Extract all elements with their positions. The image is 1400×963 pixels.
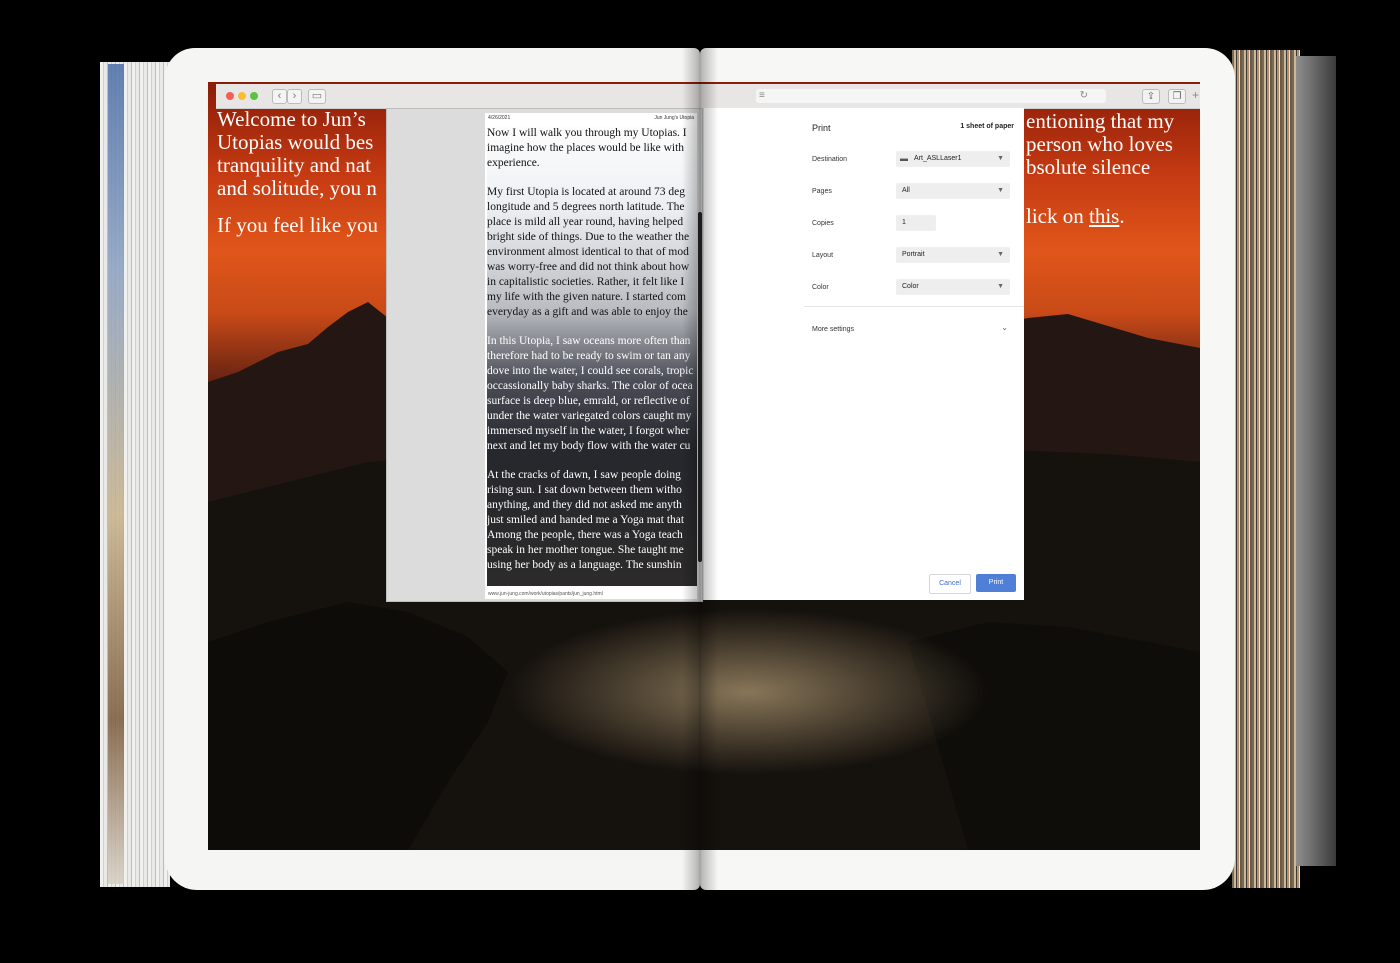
welcome-line-1: Welcome to Jun’s <box>217 107 366 131</box>
preview-header: 4/26/2021 Jun Jung’s Utopia <box>488 115 694 121</box>
chevron-down-icon: ▼ <box>997 155 1004 162</box>
browser-toolbar: ‹ › ▭ ≡ ↻ ⇪ ❐ + <box>216 84 1200 109</box>
preview-date: 4/26/2021 <box>488 115 511 121</box>
page-edges-right-grey <box>1296 56 1336 866</box>
preview-paragraph: In this Utopia, I saw oceans more often … <box>487 334 697 454</box>
address-bar[interactable]: ≡ ↻ <box>756 89 1106 103</box>
color-select[interactable]: Color ▼ <box>896 279 1010 295</box>
print-button[interactable]: Print <box>976 574 1016 592</box>
address-menu-icon: ≡ <box>759 90 765 101</box>
right-link-prefix: lick on <box>1026 204 1089 228</box>
preview-line: place is mild all year round, having hel… <box>487 216 684 228</box>
preview-line: dove into the water, I could see corals,… <box>487 365 694 377</box>
color-value: Color <box>902 283 919 290</box>
preview-line: My first Utopia is located at around 73 … <box>487 186 686 198</box>
print-preview-pane: 4/26/2021 Jun Jung’s Utopia Now I will w… <box>386 108 703 602</box>
welcome-text-right: entioning that my person who loves bsolu… <box>1026 110 1174 228</box>
preview-line: under the water variegated colors caught… <box>487 410 692 422</box>
right-link-suffix: . <box>1119 204 1125 228</box>
right-line-2: person who loves <box>1026 132 1173 156</box>
layout-select[interactable]: Portrait ▼ <box>896 247 1010 263</box>
preview-line: therefore had to be ready to swim or tan… <box>487 350 691 362</box>
preview-line: immersed myself in the water, I forgot w… <box>487 425 690 437</box>
preview-line: Now I will walk you through my Utopias. … <box>487 127 687 139</box>
sidebar-icon[interactable]: ▭ <box>308 89 326 104</box>
preview-footer: www.jun-jung.com/work/utopias/pants/jun_… <box>488 591 603 597</box>
destination-label: Destination <box>812 156 848 163</box>
forward-icon[interactable]: › <box>287 89 302 104</box>
preview-line: next and let my body flow with the water… <box>487 440 691 452</box>
settings-divider <box>804 306 1024 307</box>
copies-input[interactable]: 1 <box>896 215 936 231</box>
preview-paragraph: My first Utopia is located at around 73 … <box>487 185 697 320</box>
chevron-down-icon: ▼ <box>997 283 1004 290</box>
welcome-text-left: Welcome to Jun’s Utopias would bes tranq… <box>217 108 378 237</box>
chevron-down-icon[interactable]: ⌄ <box>1001 323 1008 332</box>
page-edges-left-color <box>108 64 124 884</box>
welcome-line-5: If you feel like you <box>217 213 378 237</box>
preview-line: experience. <box>487 157 540 169</box>
preview-line: environment almost identical to that of … <box>487 246 689 258</box>
this-link[interactable]: this <box>1089 204 1119 228</box>
preview-line: anything, and they did not asked me anyt… <box>487 499 682 511</box>
preview-line: my life with the given nature. I started… <box>487 291 686 303</box>
layout-label: Layout <box>812 252 834 259</box>
more-settings-toggle[interactable]: More settings <box>812 326 854 333</box>
print-dialog: Print 1 sheet of paper Destination ▬ Art… <box>703 108 1024 600</box>
color-label: Color <box>812 284 829 291</box>
pages-select[interactable]: All ▼ <box>896 183 1010 199</box>
right-line-3: bsolute silence <box>1026 155 1151 179</box>
destination-value: Art_ASLLaser1 <box>914 155 962 162</box>
sheet-count: 1 sheet of paper <box>960 123 1014 130</box>
copies-value: 1 <box>902 219 906 226</box>
add-tab-icon[interactable]: + <box>1192 88 1199 102</box>
printer-icon: ▬ <box>900 154 908 163</box>
preview-line: At the cracks of dawn, I saw people doin… <box>487 469 681 481</box>
preview-line: just smiled and handed me a Yoga mat tha… <box>487 514 685 526</box>
preview-paragraph: Now I will walk you through my Utopias. … <box>487 126 697 171</box>
preview-line: in capitalistic societies. Rather, it fe… <box>487 276 685 288</box>
pages-label: Pages <box>812 188 832 195</box>
preview-line: was worry-free and did not think about h… <box>487 261 690 273</box>
welcome-line-2: Utopias would bes <box>217 130 374 154</box>
page-edges-right <box>1232 50 1300 888</box>
printed-screenshot: ‹ › ▭ ≡ ↻ ⇪ ❐ + Welcome to Jun’s Utopias… <box>208 82 1200 850</box>
maximize-window-icon[interactable] <box>250 92 258 100</box>
minimize-window-icon[interactable] <box>238 92 246 100</box>
right-line-link: lick on this. <box>1026 205 1174 228</box>
preview-paragraph: At the cracks of dawn, I saw people doin… <box>487 468 697 573</box>
preview-line: speak in her mother tongue. She taught m… <box>487 544 684 556</box>
preview-line: imagine how the places would be like wit… <box>487 142 685 154</box>
preview-line: bright side of things. Due to the weathe… <box>487 231 690 243</box>
preview-line: everyday as a gift and was able to enjoy… <box>487 306 688 318</box>
cancel-button[interactable]: Cancel <box>929 574 971 594</box>
tabs-icon[interactable]: ❐ <box>1168 89 1186 104</box>
copies-label: Copies <box>812 220 834 227</box>
preview-line: Among the people, there was a Yoga teach <box>487 529 683 541</box>
back-icon[interactable]: ‹ <box>272 89 287 104</box>
print-dialog-title: Print <box>812 123 831 133</box>
preview-scrollbar[interactable] <box>698 212 702 562</box>
welcome-line-3: tranquility and nat <box>217 153 371 177</box>
pages-value: All <box>902 187 910 194</box>
layout-value: Portrait <box>902 251 925 258</box>
chevron-down-icon: ▼ <box>997 251 1004 258</box>
preview-line: rising sun. I sat down between them with… <box>487 484 682 496</box>
right-line-1: entioning that my <box>1026 109 1175 133</box>
river-reflection <box>488 602 1008 782</box>
preview-line: In this Utopia, I saw oceans more often … <box>487 335 691 347</box>
preview-line: surface is deep blue, emrald, or reflect… <box>487 395 690 407</box>
preview-line: longitude and 5 degrees north latitude. … <box>487 201 685 213</box>
preview-line: using her body as a language. The sunshi… <box>487 559 682 571</box>
welcome-line-4: and solitude, you n <box>217 176 377 200</box>
preview-body: Now I will walk you through my Utopias. … <box>487 126 697 586</box>
destination-select[interactable]: ▬ Art_ASLLaser1 ▼ <box>896 151 1010 167</box>
chevron-down-icon: ▼ <box>997 187 1004 194</box>
close-window-icon[interactable] <box>226 92 234 100</box>
preview-line: occassionally baby sharks. The color of … <box>487 380 693 392</box>
share-icon[interactable]: ⇪ <box>1142 89 1160 104</box>
preview-title: Jun Jung’s Utopia <box>654 115 694 121</box>
reload-icon[interactable]: ↻ <box>1080 90 1088 101</box>
preview-paper: 4/26/2021 Jun Jung’s Utopia Now I will w… <box>485 113 697 599</box>
